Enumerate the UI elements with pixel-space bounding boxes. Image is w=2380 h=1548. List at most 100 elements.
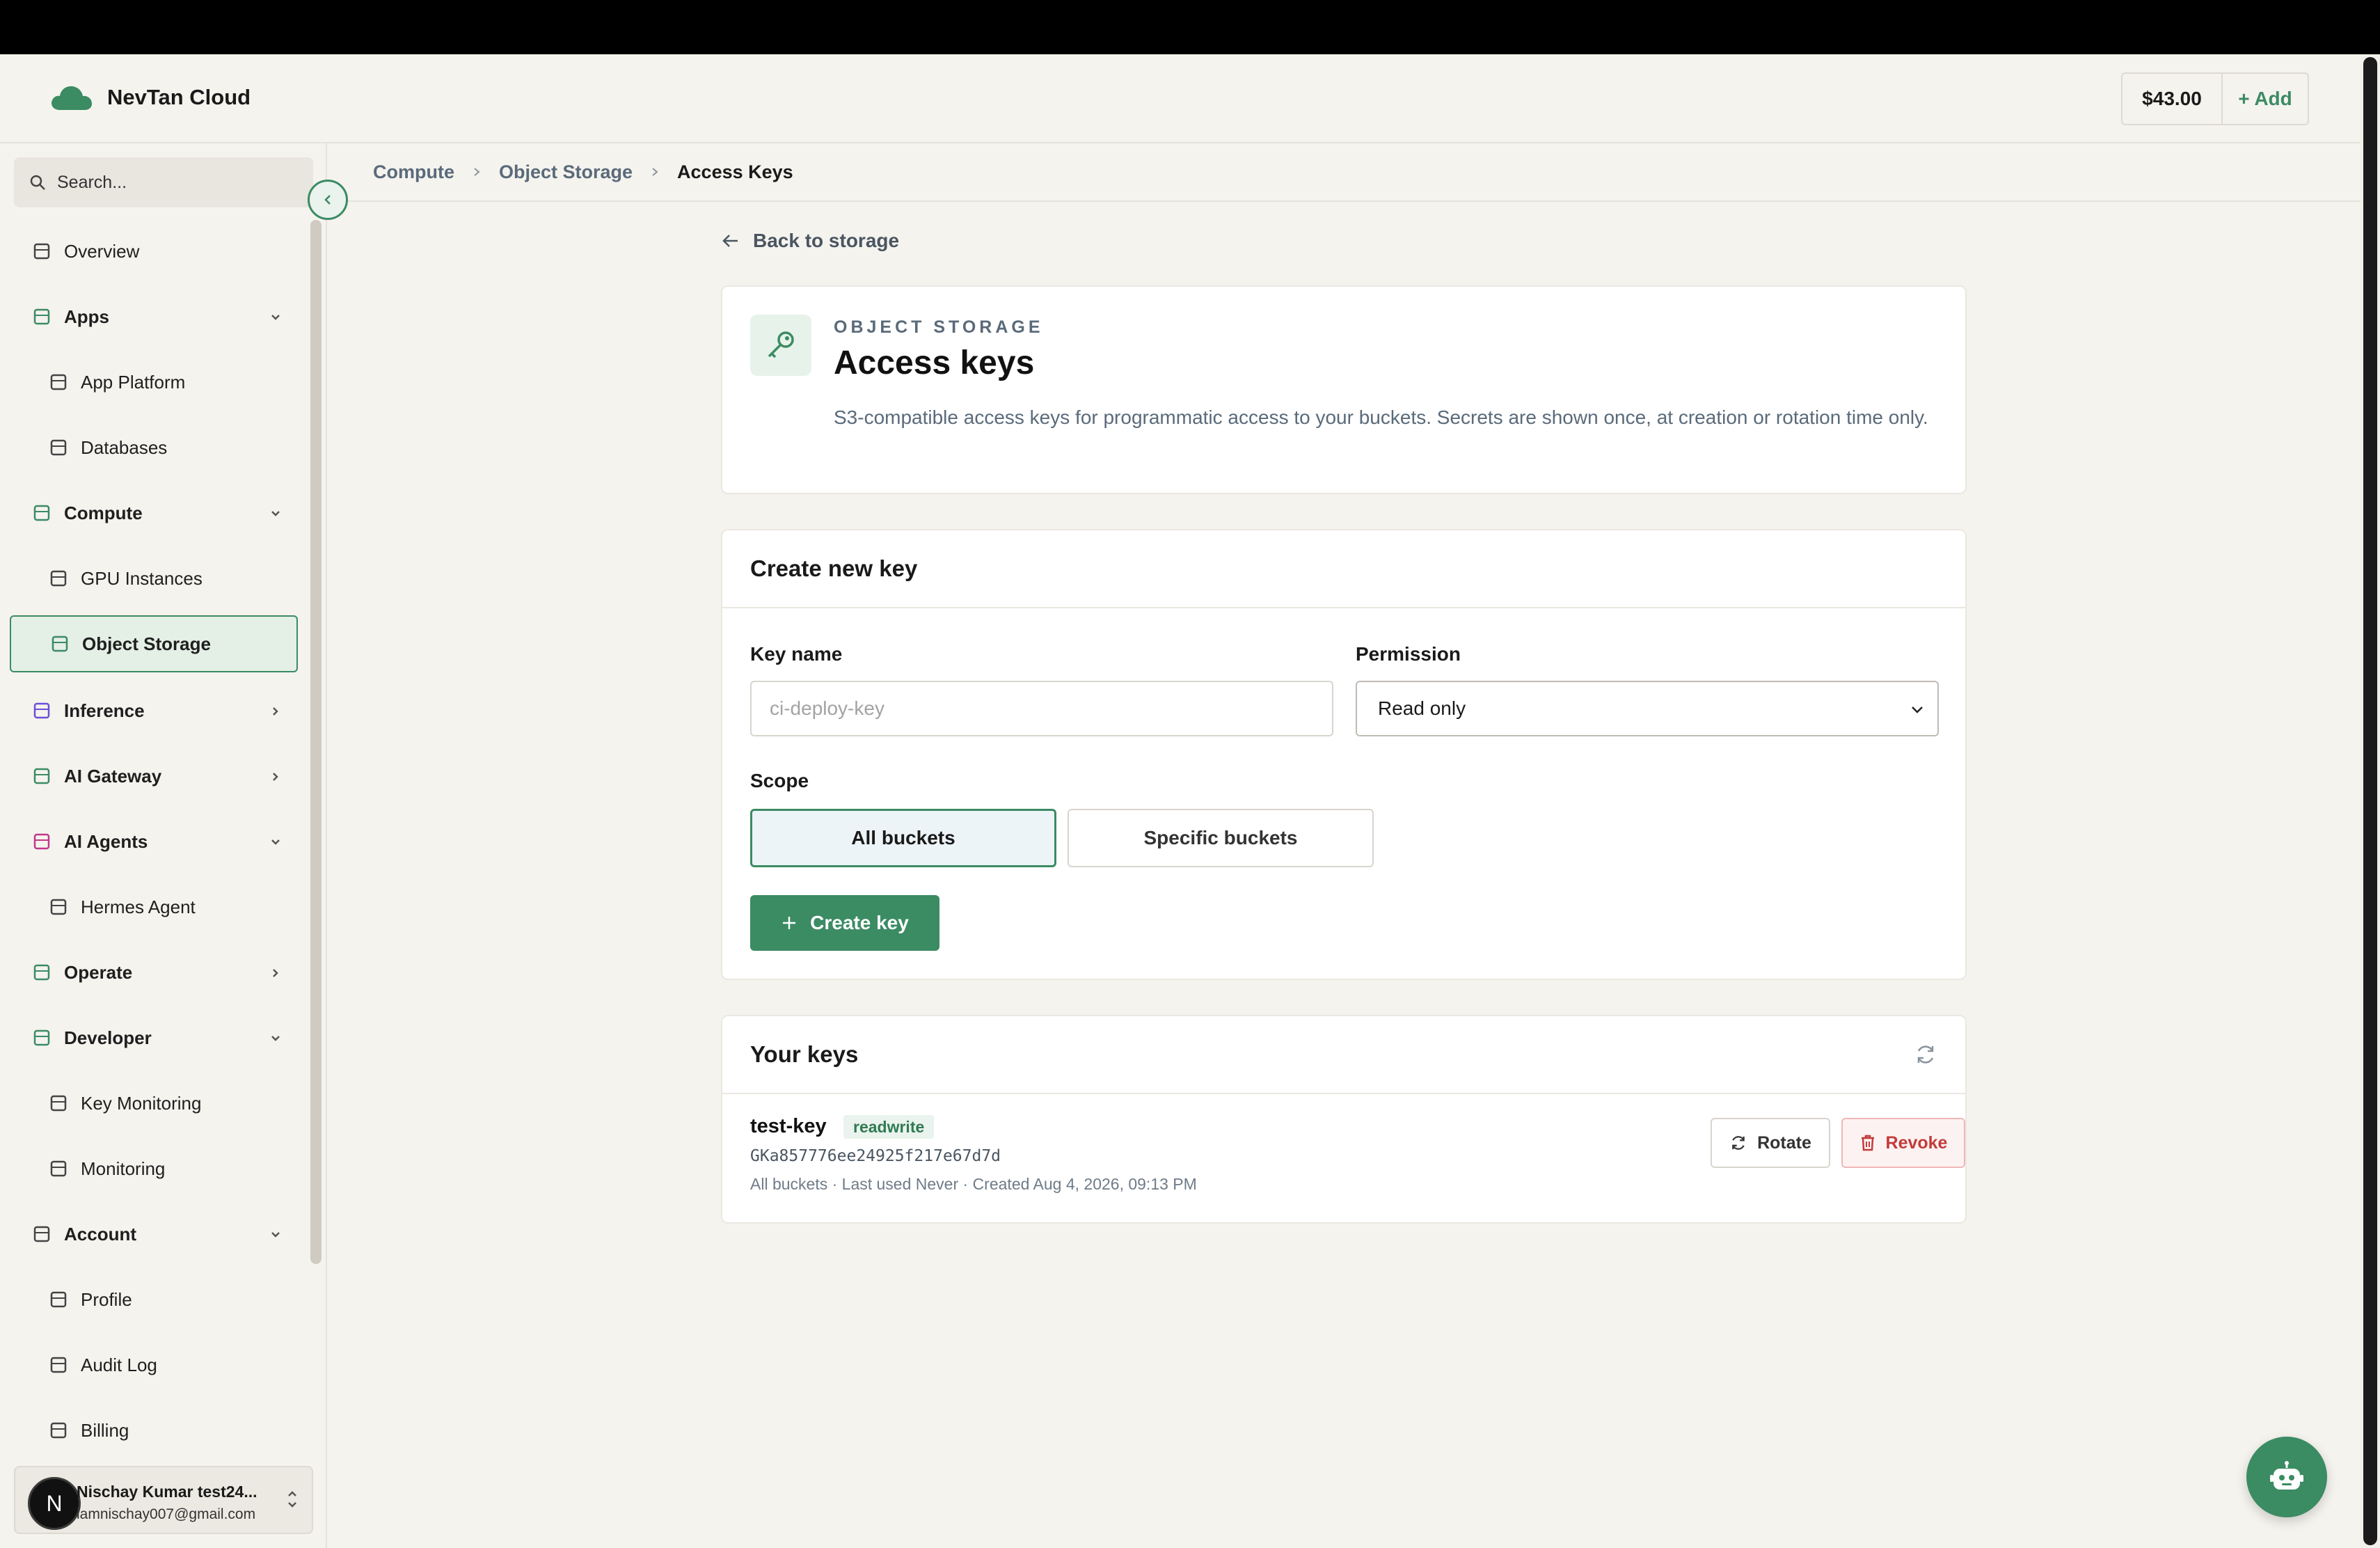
scope-label: Scope	[750, 770, 809, 791]
search-icon	[30, 175, 45, 190]
sidebar-item-ai-gateway[interactable]: AI Gateway	[10, 748, 298, 805]
hero-card: OBJECT STORAGE Access keys S3-compatible…	[721, 285, 1967, 494]
sidebar-item-hermes-agent[interactable]: Hermes Agent	[10, 878, 298, 935]
chevron-left-icon	[324, 195, 331, 205]
search-input[interactable]: Search...	[57, 173, 127, 193]
chevron-right-icon	[269, 963, 283, 985]
sidebar-item-label: Profile	[81, 1288, 132, 1310]
chevron-down-icon	[269, 1029, 283, 1050]
sidebar-item-account[interactable]: Account	[10, 1206, 298, 1263]
revoke-key-button[interactable]: Revoke	[1841, 1118, 1965, 1168]
sidebar-item-monitoring[interactable]: Monitoring	[10, 1140, 298, 1197]
sidebar-item-inference[interactable]: Inference	[10, 682, 298, 739]
sidebar-item-label: Account	[64, 1223, 136, 1245]
trash-icon	[1861, 1135, 1874, 1151]
apps-icon	[32, 307, 51, 326]
user-name: Nischay Kumar test24...	[77, 1483, 257, 1501]
sidebar-item-label: Apps	[64, 306, 109, 327]
chip-icon	[49, 569, 68, 588]
chart-icon	[49, 1159, 68, 1178]
back-to-storage-link[interactable]: Back to storage	[721, 230, 899, 252]
sidebar-item-audit-log[interactable]: Audit Log	[10, 1336, 298, 1393]
key-name-input[interactable]	[750, 681, 1333, 736]
sidebar-item-object-storage[interactable]: Object Storage	[10, 615, 298, 672]
layout-icon	[32, 242, 51, 261]
plus-icon	[783, 917, 796, 929]
collapse-sidebar-button[interactable]	[308, 180, 348, 220]
card-icon	[49, 1421, 68, 1440]
sidebar-item-databases[interactable]: Databases	[10, 419, 298, 476]
sidebar-item-label: Operate	[64, 961, 133, 983]
user-circle-icon	[49, 1290, 68, 1309]
sidebar-scrollbar[interactable]	[310, 220, 322, 1264]
sidebar-item-app-platform[interactable]: App Platform	[10, 354, 298, 411]
key-name: test-key	[750, 1115, 827, 1137]
log-icon	[49, 1355, 68, 1375]
chevron-right-icon	[474, 168, 480, 176]
sidebar-search[interactable]: Search...	[14, 157, 313, 207]
permission-select[interactable]: Read only	[1356, 681, 1939, 736]
sidebar-item-label: Compute	[64, 502, 143, 523]
page-title: Access keys	[834, 345, 1035, 381]
sidebar-item-overview[interactable]: Overview	[10, 223, 298, 280]
bolt-icon	[32, 701, 51, 720]
sidebar-item-profile[interactable]: Profile	[10, 1271, 298, 1328]
arrow-left-icon	[722, 235, 738, 247]
hero-eyebrow: OBJECT STORAGE	[834, 317, 1044, 337]
permission-label: Permission	[1356, 643, 1461, 665]
system-top-bar	[0, 0, 2380, 54]
page-description: S3-compatible access keys for programmat…	[834, 406, 1928, 428]
chevrons-up-down-icon	[288, 1491, 296, 1508]
your-keys-title: Your keys	[722, 1016, 1965, 1094]
user-cog-icon	[32, 1224, 51, 1244]
breadcrumb-object-storage[interactable]: Object Storage	[499, 161, 633, 183]
network-icon	[32, 766, 51, 786]
chevron-down-icon	[269, 308, 283, 329]
sidebar-item-key-monitoring[interactable]: Key Monitoring	[10, 1075, 298, 1132]
sidebar-item-developer[interactable]: Developer	[10, 1009, 298, 1066]
robot-icon	[2270, 1461, 2303, 1490]
user-email: iamnischay007@gmail.com	[77, 1506, 256, 1522]
breadcrumb-access-keys: Access Keys	[677, 161, 793, 182]
scope-all-buckets-button[interactable]: All buckets	[750, 809, 1056, 867]
revoke-label: Revoke	[1885, 1132, 1948, 1153]
chevron-down-icon	[269, 832, 283, 854]
sidebar-item-label: Databases	[81, 436, 168, 458]
sidebar-item-label: Inference	[64, 700, 145, 721]
sidebar-item-label: Developer	[64, 1027, 152, 1048]
avatar: N	[28, 1477, 81, 1530]
sidebar-item-label: Monitoring	[81, 1158, 166, 1179]
sidebar-item-billing[interactable]: Billing	[10, 1402, 298, 1459]
sidebar-item-label: Object Storage	[82, 633, 211, 654]
user-menu[interactable]: N Nischay Kumar test24... iamnischay007@…	[14, 1466, 313, 1534]
rotate-key-button[interactable]: Rotate	[1711, 1118, 1830, 1168]
sidebar-item-compute[interactable]: Compute	[10, 484, 298, 542]
add-credit-button[interactable]: + Add	[2223, 74, 2308, 124]
create-key-title: Create new key	[722, 530, 1965, 608]
sidebar-item-gpu-instances[interactable]: GPU Instances	[10, 550, 298, 607]
sidebar-item-operate[interactable]: Operate	[10, 944, 298, 1001]
rotate-icon	[1732, 1136, 1745, 1150]
scope-specific-buckets-button[interactable]: Specific buckets	[1068, 809, 1374, 867]
chevron-down-icon	[269, 504, 283, 526]
sidebar-item-apps[interactable]: Apps	[10, 288, 298, 345]
brand[interactable]: NevTan Cloud	[50, 84, 251, 111]
your-keys-heading: Your keys	[750, 1041, 859, 1067]
sidebar-item-label: Key Monitoring	[81, 1092, 202, 1114]
rotate-label: Rotate	[1757, 1132, 1811, 1153]
key-access-id: GKa857776ee24925f217e67d7d	[750, 1147, 1001, 1165]
create-key-button[interactable]: Create key	[750, 895, 939, 951]
database-icon	[49, 438, 68, 457]
sidebar-item-label: Billing	[81, 1419, 129, 1441]
balance-widget: $43.00 + Add	[2121, 72, 2309, 125]
sidebar-item-label: Overview	[64, 240, 140, 262]
sidebar-item-ai-agents[interactable]: AI Agents	[10, 813, 298, 870]
key-name-label: Key name	[750, 643, 843, 665]
breadcrumb-compute[interactable]: Compute	[373, 161, 454, 183]
assistant-button[interactable]	[2246, 1437, 2327, 1517]
chevron-right-icon	[269, 767, 283, 789]
create-key-label: Create key	[810, 912, 909, 933]
hero-icon-tile	[750, 315, 811, 376]
refresh-icon[interactable]	[1914, 1043, 1937, 1066]
page-scrollbar[interactable]	[2363, 57, 2377, 1545]
